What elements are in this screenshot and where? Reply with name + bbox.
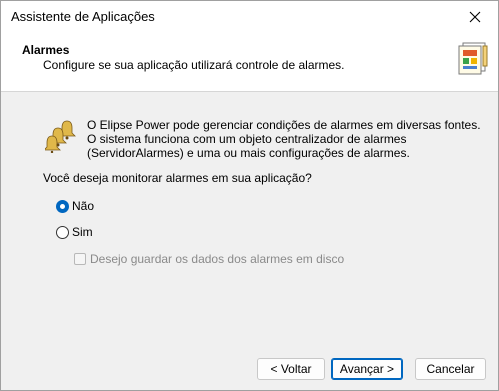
wizard-icon [458,42,488,75]
title-bar: Assistente de Aplicações [1,1,498,32]
page-title: Alarmes [22,43,70,57]
close-button[interactable] [452,1,498,32]
close-icon [469,11,481,22]
checkbox-box [74,253,86,265]
back-button[interactable]: < Voltar [257,358,325,380]
cancel-button[interactable]: Cancelar [415,358,486,380]
radio-button-checked[interactable] [56,199,69,213]
save-to-disk-checkbox: Desejo guardar os dados dos alarmes em d… [74,252,344,266]
wizard-window: Assistente de Aplicações Alarmes Configu… [0,0,499,391]
radio-yes-label: Sim [72,225,93,239]
alarm-bells-icon [45,120,76,153]
radio-no[interactable]: Não [56,199,94,213]
radio-no-label: Não [72,199,95,213]
page-subtitle: Configure se sua aplicação utilizará con… [43,58,345,72]
save-to-disk-label: Desejo guardar os dados dos alarmes em d… [90,252,345,266]
description-line: O Elipse Power pode gerenciar condições … [87,118,481,132]
window-title: Assistente de Aplicações [11,9,155,24]
description-line: O sistema funciona com um objeto central… [87,132,407,146]
question-label: Você deseja monitorar alarmes em sua apl… [43,171,312,185]
next-button[interactable]: Avançar > [331,358,403,380]
description-line: (ServidorAlarmes) e uma ou mais configur… [87,146,410,160]
description: O Elipse Power pode gerenciar condições … [87,118,481,160]
radio-yes[interactable]: Sim [56,225,93,239]
wizard-header: Alarmes Configure se sua aplicação utili… [1,32,498,92]
radio-button-unchecked[interactable] [56,225,69,239]
